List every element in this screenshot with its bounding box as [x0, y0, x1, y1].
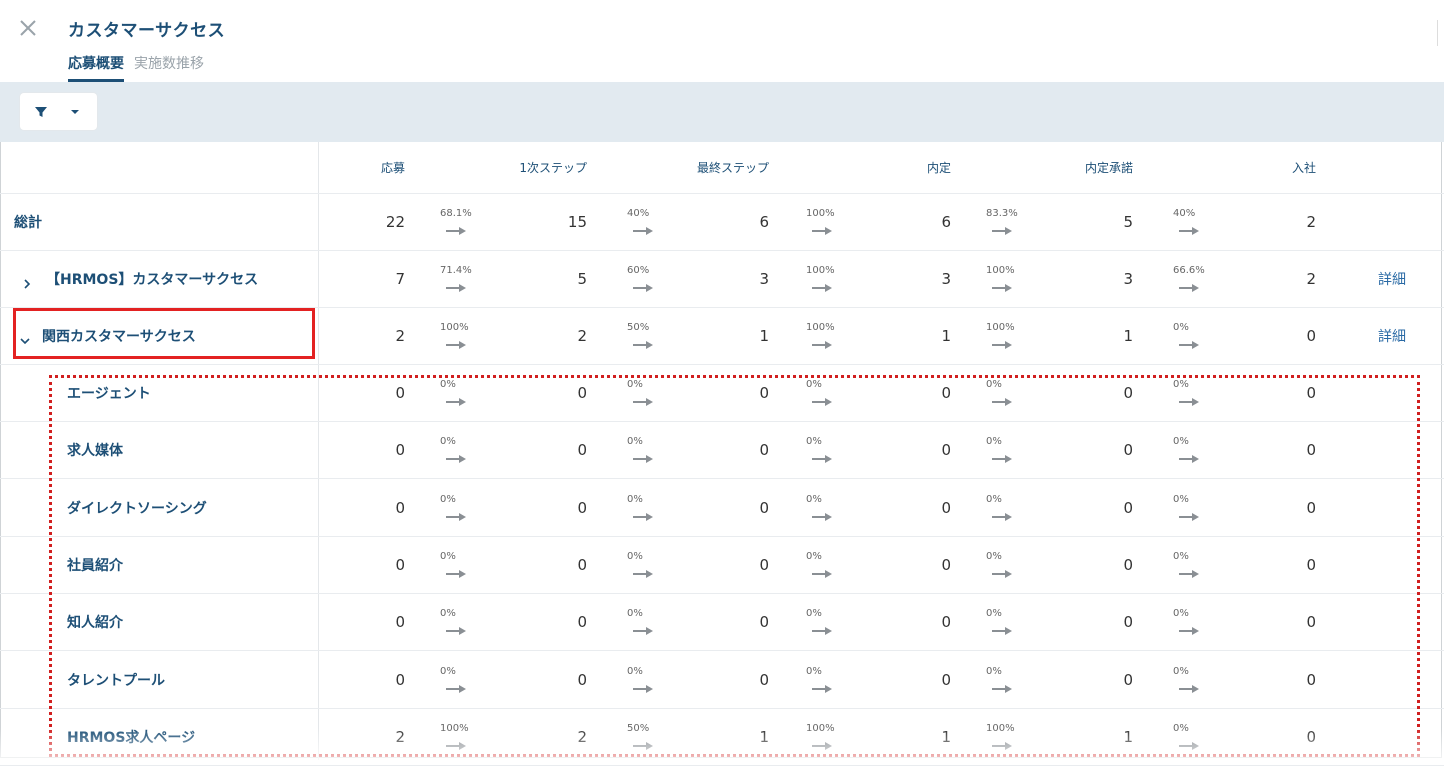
stage-count: 1 — [1123, 327, 1133, 345]
table-header-row: 応募 1次ステップ 最終ステップ 内定 内定承諾 入社 — [0, 142, 1444, 194]
conversion-rate: 100% — [806, 322, 835, 333]
arrow-right-icon — [811, 278, 833, 292]
filter-toolbar — [0, 82, 1444, 142]
stage-count: 2 — [1306, 270, 1316, 288]
conversion-rate: 0% — [1173, 322, 1189, 333]
conversion-rate: 71.4% — [440, 265, 472, 276]
conversion-rate: 50% — [627, 322, 650, 333]
stage-count: 2 — [395, 327, 405, 345]
conversion-rate: 100% — [986, 322, 1015, 333]
chevron-right-icon[interactable] — [22, 274, 32, 289]
stage-count: 6 — [941, 213, 951, 231]
arrow-right-icon — [811, 221, 833, 235]
stage-count: 1 — [759, 327, 769, 345]
highlight-box — [13, 308, 315, 359]
row-name: 総計 — [14, 215, 42, 231]
stage-count: 7 — [395, 270, 405, 288]
arrow-right-icon — [811, 335, 833, 349]
job-row[interactable]: 【HRMOS】カスタマーサクセス 7 5 3 3 3 2 71.4% 60% 100% 100% 66… — [0, 251, 1444, 308]
scroll-edge — [1437, 20, 1444, 46]
arrow-right-icon — [1178, 335, 1200, 349]
stage-count: 5 — [577, 270, 587, 288]
arrow-right-icon — [1178, 278, 1200, 292]
close-icon[interactable] — [18, 18, 38, 38]
conversion-rate: 100% — [806, 265, 835, 276]
tab-implementation-trend[interactable]: 実施数推移 — [134, 53, 204, 82]
tab-bar: 応募概要 実施数推移 — [68, 53, 204, 82]
arrow-right-icon — [1178, 221, 1200, 235]
stage-count: 2 — [1306, 213, 1316, 231]
arrow-right-icon — [445, 221, 467, 235]
caret-down-icon — [71, 110, 79, 114]
tab-application-summary[interactable]: 応募概要 — [68, 53, 124, 82]
conversion-rate: 40% — [1173, 208, 1196, 219]
arrow-right-icon — [632, 221, 654, 235]
conversion-rate: 66.6% — [1173, 265, 1205, 276]
highlight-dotted-box — [49, 375, 1420, 757]
conversion-rate: 100% — [440, 322, 469, 333]
filter-icon — [35, 107, 47, 117]
arrow-right-icon — [991, 221, 1013, 235]
conversion-rate: 83.3% — [986, 208, 1018, 219]
conversion-rate: 100% — [806, 208, 835, 219]
stage-count: 0 — [1306, 327, 1316, 345]
stage-count: 2 — [577, 327, 587, 345]
arrow-right-icon — [445, 335, 467, 349]
stage-count: 22 — [385, 213, 405, 231]
column-header: 内定 — [926, 161, 951, 175]
column-header: 入社 — [1291, 161, 1316, 175]
stage-count: 6 — [759, 213, 769, 231]
conversion-rate: 40% — [627, 208, 650, 219]
page-title: カスタマーサクセス — [68, 21, 226, 41]
column-header: 応募 — [380, 161, 405, 175]
detail-link[interactable]: 詳細 — [1378, 326, 1406, 346]
total-row[interactable]: 総計 22 15 6 6 5 2 68.1% 40% 100% 83.3% 40% — [0, 194, 1444, 251]
conversion-rate: 100% — [986, 265, 1015, 276]
stage-count: 5 — [1123, 213, 1133, 231]
column-header: 最終ステップ — [696, 161, 769, 175]
arrow-right-icon — [632, 278, 654, 292]
stage-count: 1 — [941, 327, 951, 345]
column-header: 1次ステップ — [519, 161, 587, 175]
row-name[interactable]: 【HRMOS】カスタマーサクセス — [46, 269, 258, 289]
arrow-right-icon — [991, 278, 1013, 292]
arrow-right-icon — [632, 335, 654, 349]
page-header: カスタマーサクセス 応募概要 実施数推移 — [0, 0, 1444, 82]
arrow-right-icon — [445, 278, 467, 292]
stage-count: 3 — [941, 270, 951, 288]
column-header: 内定承諾 — [1084, 161, 1133, 175]
conversion-rate: 60% — [627, 265, 650, 276]
stage-count: 3 — [759, 270, 769, 288]
detail-link[interactable]: 詳細 — [1378, 269, 1406, 289]
conversion-rate: 68.1% — [440, 208, 472, 219]
filter-button[interactable] — [20, 93, 97, 130]
stage-count: 15 — [567, 213, 587, 231]
arrow-right-icon — [991, 335, 1013, 349]
stage-count: 3 — [1123, 270, 1133, 288]
